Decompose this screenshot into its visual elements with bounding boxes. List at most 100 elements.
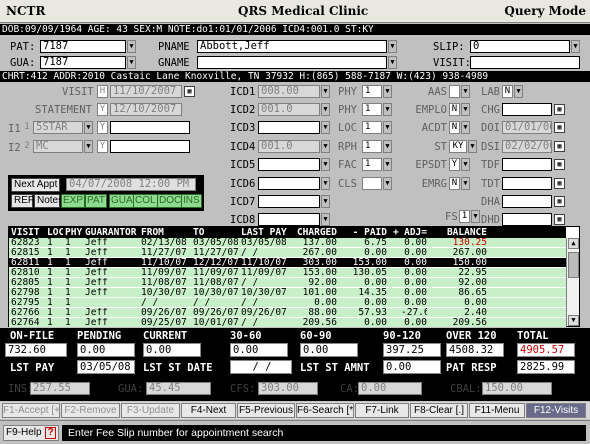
table-row[interactable]: 62811 1 1 Jeff 11/10/07 12/12/07 11/10/07 303.0… bbox=[9, 258, 566, 267]
flag-field[interactable]: N bbox=[449, 121, 460, 134]
f7-link-key[interactable]: F7-Link bbox=[355, 403, 409, 418]
f4-next-key[interactable]: F4-Next bbox=[181, 403, 236, 418]
provider-field[interactable]: 1 bbox=[362, 85, 382, 98]
table-row[interactable]: 62815 1 1 Jeff 11/27/07 11/27/07/ /267.00 0.00… bbox=[9, 248, 566, 257]
visit-input[interactable] bbox=[470, 56, 580, 69]
fs-field[interactable]: 1 bbox=[459, 210, 470, 223]
f11-menu-key[interactable]: F11-Menu bbox=[469, 403, 525, 418]
calendar-icon[interactable]: ▦ bbox=[554, 214, 565, 225]
flag-dropdown-icon[interactable]: ▼ bbox=[461, 103, 470, 116]
notes-button[interactable]: Notes bbox=[34, 194, 63, 208]
icd-dropdown-icon[interactable]: ▼ bbox=[321, 158, 330, 171]
flag-field[interactable]: Y bbox=[449, 158, 460, 171]
icd-field[interactable] bbox=[258, 158, 320, 171]
gua-dropdown-icon[interactable]: ▼ bbox=[127, 56, 136, 69]
table-row[interactable]: 62798 1 1 Jeff 10/30/07 10/30/07 10/30/07 101.0… bbox=[9, 288, 566, 297]
table-row[interactable]: 62764 1 1 Jeff 09/25/07 10/01/07/ / 209.56 0.00… bbox=[9, 318, 566, 327]
grid-column-header[interactable]: LAST PAY bbox=[241, 227, 291, 238]
slip-input[interactable]: 0 bbox=[470, 40, 570, 53]
lab-dropdown-icon[interactable]: ▼ bbox=[514, 85, 523, 98]
scroll-thumb[interactable] bbox=[568, 252, 579, 278]
i2-extra-field[interactable] bbox=[110, 140, 190, 153]
provider-dropdown-icon[interactable]: ▼ bbox=[383, 121, 392, 134]
fs-dropdown-icon[interactable]: ▼ bbox=[471, 210, 480, 223]
icd-field[interactable] bbox=[258, 177, 320, 190]
visit-flag[interactable]: H bbox=[97, 85, 108, 98]
grid-column-header[interactable]: BALANCE bbox=[429, 227, 487, 238]
doc-button[interactable]: DOC bbox=[157, 194, 184, 208]
f5-previous-key[interactable]: F5-Previous bbox=[237, 403, 295, 418]
i1-insurance-field[interactable]: 5STAR bbox=[33, 121, 83, 134]
slip-dropdown-icon[interactable]: ▼ bbox=[571, 40, 580, 53]
f6-search-key[interactable]: F6-Search [*] bbox=[296, 403, 354, 418]
date-field[interactable] bbox=[502, 177, 552, 190]
calendar-icon[interactable]: ▦ bbox=[554, 104, 565, 115]
scroll-down-icon[interactable]: ▼ bbox=[568, 315, 579, 326]
icd-field[interactable]: 001.0 bbox=[258, 103, 320, 116]
calendar-icon[interactable]: ▦ bbox=[554, 122, 565, 133]
flag-field[interactable]: KY bbox=[449, 140, 467, 153]
scroll-up-icon[interactable]: ▲ bbox=[568, 238, 579, 249]
date-field[interactable]: 01/01/06 bbox=[502, 121, 552, 134]
f12-visits-key[interactable]: F12-Visits bbox=[526, 403, 586, 418]
grid-column-header[interactable]: ADJ= bbox=[401, 227, 427, 238]
icd-field[interactable] bbox=[258, 121, 320, 134]
gname-input[interactable] bbox=[197, 56, 387, 69]
pat-dropdown-icon[interactable]: ▼ bbox=[127, 40, 136, 53]
icd-dropdown-icon[interactable]: ▼ bbox=[321, 195, 330, 208]
provider-dropdown-icon[interactable]: ▼ bbox=[383, 103, 392, 116]
next-appt-button[interactable]: Next Appt bbox=[11, 178, 61, 192]
icd-field[interactable] bbox=[258, 195, 320, 208]
visit-date-field[interactable]: 11/10/2007 bbox=[110, 85, 182, 98]
statement-date-field[interactable]: 12/10/2007 bbox=[110, 103, 182, 116]
pat-button[interactable]: PAT bbox=[85, 194, 107, 208]
date-field[interactable]: 02/02/06 bbox=[502, 140, 552, 153]
table-row[interactable]: 62805 1 1 Jeff 11/08/07 11/08/07/ /92.00 0.00 0… bbox=[9, 278, 566, 287]
icd-dropdown-icon[interactable]: ▼ bbox=[321, 213, 330, 226]
date-field[interactable] bbox=[502, 195, 552, 208]
provider-dropdown-icon[interactable]: ▼ bbox=[383, 158, 392, 171]
flag-field[interactable]: N bbox=[449, 103, 460, 116]
grid-column-header[interactable]: CHARGED bbox=[293, 227, 337, 238]
provider-field[interactable]: 1 bbox=[362, 140, 382, 153]
exp-button[interactable]: EXP bbox=[61, 194, 86, 208]
flag-dropdown-icon[interactable]: ▼ bbox=[461, 177, 470, 190]
provider-field[interactable]: 1 bbox=[362, 121, 382, 134]
provider-dropdown-icon[interactable]: ▼ bbox=[383, 177, 392, 190]
grid-column-header[interactable]: FROM bbox=[141, 227, 189, 238]
calendar-icon[interactable]: ▦ bbox=[554, 159, 565, 170]
lab-field[interactable]: N bbox=[502, 85, 513, 98]
table-row[interactable]: 62766 1 1 Jeff 09/26/07 09/26/07 09/26/07 88.00… bbox=[9, 308, 566, 317]
calendar-icon[interactable]: ▦ bbox=[554, 178, 565, 189]
date-field[interactable] bbox=[502, 213, 552, 226]
grid-column-header[interactable]: TO bbox=[193, 227, 239, 238]
icd-dropdown-icon[interactable]: ▼ bbox=[321, 103, 330, 116]
table-row[interactable]: 62810 1 1 Jeff 11/09/07 11/09/07 11/09/07 153.0… bbox=[9, 268, 566, 277]
provider-field[interactable] bbox=[362, 177, 382, 190]
f8-clear-key[interactable]: F8-Clear [.] bbox=[410, 403, 468, 418]
icd-dropdown-icon[interactable]: ▼ bbox=[321, 85, 330, 98]
gua-button[interactable]: GUA bbox=[109, 194, 135, 208]
flag-dropdown-icon[interactable]: ▼ bbox=[461, 121, 470, 134]
calendar-icon[interactable]: ▦ bbox=[184, 86, 195, 97]
i2-insurance-field[interactable]: MC bbox=[33, 140, 83, 153]
flag-field[interactable]: N bbox=[449, 177, 460, 190]
grid-column-header[interactable]: + bbox=[393, 227, 401, 238]
ins-button[interactable]: INS bbox=[181, 194, 202, 208]
icd-dropdown-icon[interactable]: ▼ bbox=[321, 140, 330, 153]
flag-field[interactable] bbox=[449, 85, 460, 98]
icd-field[interactable]: 008.00 bbox=[258, 85, 320, 98]
provider-dropdown-icon[interactable]: ▼ bbox=[383, 85, 392, 98]
f1-accept-key[interactable]: F1-Accept [+] bbox=[2, 403, 60, 418]
i2-flag[interactable]: Y bbox=[97, 140, 108, 153]
visit-grid[interactable]: VISIT LOC PHY GUARANTOR FROM TO LAST PAY CHARGE… bbox=[8, 226, 580, 327]
grid-column-header[interactable]: VISIT bbox=[11, 227, 45, 238]
gname-dropdown-icon[interactable]: ▼ bbox=[388, 56, 397, 69]
provider-field[interactable]: 1 bbox=[362, 103, 382, 116]
help-button[interactable]: F9-Help ? bbox=[3, 425, 59, 441]
i1-dropdown-icon[interactable]: ▼ bbox=[84, 121, 93, 134]
table-row[interactable]: 62823 1 1 Jeff 02/13/08 03/05/08 03/05/08 137.0… bbox=[9, 238, 566, 247]
i1-flag[interactable]: Y bbox=[97, 121, 108, 134]
calendar-icon[interactable]: ▦ bbox=[554, 141, 565, 152]
grid-column-header[interactable]: GUARANTOR bbox=[85, 227, 139, 238]
